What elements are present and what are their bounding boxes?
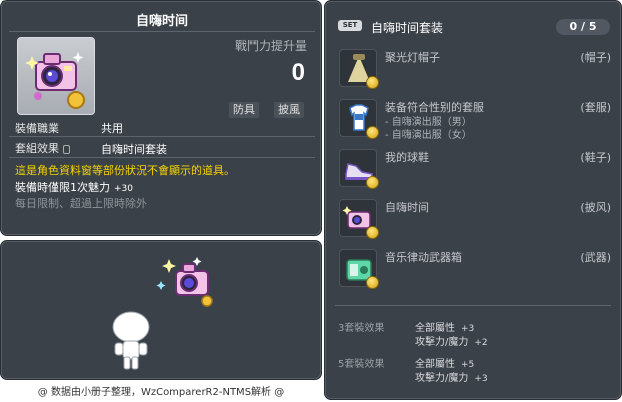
- spotlight-hat-icon: [339, 49, 379, 89]
- camera-cape-icon: [339, 199, 379, 239]
- charm-line: 裝備時僅限1次魅力 +30: [15, 179, 133, 195]
- bonus-stat: 攻擊力/魔力: [415, 373, 469, 384]
- set-item[interactable]: 我的球鞋 (鞋子): [335, 149, 617, 197]
- bonus-stat: 攻擊力/魔力: [415, 337, 469, 348]
- set-item[interactable]: 聚光灯帽子 (帽子): [335, 49, 617, 97]
- power-gain-value: 0: [291, 59, 305, 86]
- charm-value: +30: [114, 184, 133, 194]
- job-value: 共用: [101, 122, 123, 135]
- camera-cape-preview-icon: [156, 257, 213, 307]
- divider: [335, 305, 611, 306]
- avatar-preview: [0, 240, 322, 380]
- set-item[interactable]: 装备符合性别的套服 (套服) - 自嗨演出服（男） - 自嗨演出服（女）: [335, 99, 617, 147]
- set-bonus-line: 攻擊力/魔力 +3: [415, 369, 488, 384]
- set-effect-value: 自嗨时间套装: [101, 143, 167, 156]
- category-tag-cape: 披風: [274, 102, 304, 118]
- outfit-icon: [339, 99, 379, 139]
- divider: [9, 157, 315, 158]
- set-item[interactable]: 音乐律动武器箱 (武器): [335, 249, 617, 297]
- coin-icon: [366, 76, 379, 89]
- job-label: 裝備職業: [15, 122, 59, 135]
- avatar-character: [112, 311, 150, 370]
- coin-icon: [366, 226, 379, 239]
- set-name: 自嗨时间套装: [371, 21, 444, 35]
- set-item-slot: (帽子): [580, 51, 611, 64]
- notice-text: 這是角色資料窗等部份狀況不會顯示的道具。: [15, 164, 235, 177]
- item-icon-frame: [17, 37, 95, 115]
- power-gain-label: 戰鬥力提升量: [234, 39, 307, 53]
- set-item-slot: (套服): [580, 101, 611, 114]
- set-item-slot: (鞋子): [580, 151, 611, 164]
- weapon-box-icon: [339, 249, 379, 289]
- bonus-value: +3: [474, 374, 488, 384]
- divider: [9, 31, 315, 32]
- item-tooltip: 自嗨时间 戰鬥力提升量 0 防具 披風 裝備職業 共用 套組效果 自嗨时间套装 …: [0, 0, 322, 236]
- limit-text: 每日限制、超過上限時除外: [15, 197, 147, 210]
- lock-icon: [63, 144, 70, 154]
- set-item-slot: (披风): [580, 201, 611, 214]
- item-title: 自嗨时间: [135, 14, 188, 29]
- set-bonus-line: 全部屬性 +5: [415, 355, 474, 370]
- coin-icon: [366, 276, 379, 289]
- set-bonus-label: 5套裝效果: [338, 359, 385, 370]
- set-count: 0 / 5: [556, 19, 610, 35]
- set-effect-label: 套組效果: [15, 140, 70, 156]
- sneaker-icon: [339, 149, 379, 189]
- set-item[interactable]: 自嗨时间 (披风): [335, 199, 617, 247]
- divider: [9, 136, 315, 137]
- set-badge: SET: [338, 20, 362, 31]
- credit-text: @ 数据由小册子整理，WzComparerR2-NTMS解析 @: [37, 387, 285, 398]
- set-item-name: 自嗨时间: [385, 201, 429, 214]
- set-bonus-label: 3套裝效果: [338, 323, 385, 334]
- set-item-name: 聚光灯帽子: [385, 51, 440, 64]
- avatar-preview-canvas: [112, 257, 213, 370]
- camera-cape-icon: [25, 52, 85, 109]
- set-effect-label-text: 套組效果: [15, 142, 59, 155]
- set-item-name: 音乐律动武器箱: [385, 251, 462, 264]
- coin-icon: [366, 126, 379, 139]
- set-item-name: 我的球鞋: [385, 151, 429, 164]
- set-bonus-line: 攻擊力/魔力 +2: [415, 333, 488, 348]
- set-item-variant: - 自嗨演出服（女）: [385, 130, 472, 141]
- category-tag-armor: 防具: [229, 102, 259, 118]
- coin-icon: [366, 176, 379, 189]
- bonus-value: +2: [474, 338, 488, 348]
- set-panel: SET 自嗨时间套装 0 / 5 聚光灯帽子 (帽子) 装备符合性别的套服 (套…: [324, 0, 622, 400]
- charm-text: 裝備時僅限1次魅力: [15, 181, 110, 194]
- set-item-slot: (武器): [580, 251, 611, 264]
- set-bonus-line: 全部屬性 +3: [415, 319, 474, 334]
